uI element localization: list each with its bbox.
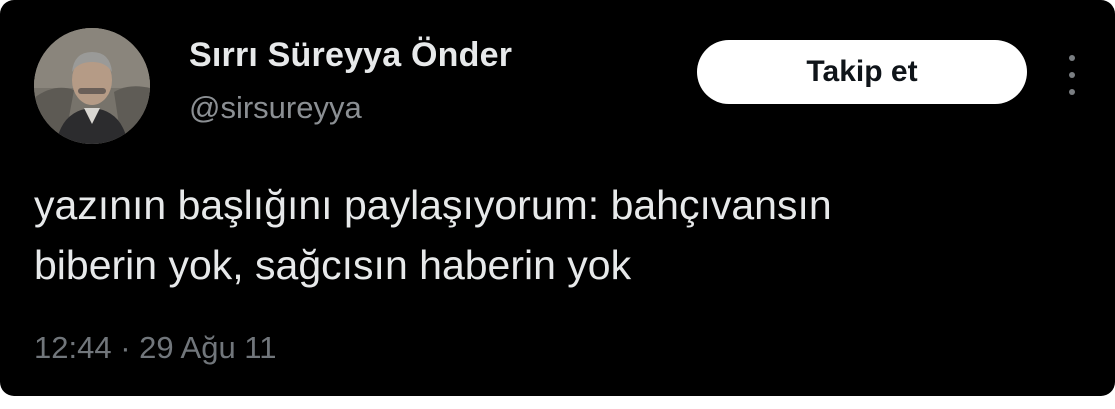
more-dot	[1069, 55, 1075, 61]
more-dot	[1069, 72, 1075, 78]
tweet-timestamp[interactable]: 12:44 · 29 Ağu 11	[34, 330, 277, 366]
author-display-name[interactable]: Sırrı Süreyya Önder	[189, 36, 512, 75]
timestamp-date: 29 Ağu 11	[139, 330, 277, 365]
author-handle[interactable]: @sirsureyya	[189, 90, 362, 126]
timestamp-time: 12:44	[34, 330, 112, 365]
tweet-text: yazının başlığını paylaşıyorum: bahçıvan…	[34, 175, 1094, 295]
more-vertical-icon[interactable]	[1062, 55, 1082, 95]
more-dot	[1069, 89, 1075, 95]
avatar-photo	[34, 28, 150, 144]
tweet-text-line: biberin yok, sağcısın haberin yok	[34, 242, 632, 288]
timestamp-separator: ·	[120, 330, 131, 365]
tweet-text-line: yazının başlığını paylaşıyorum: bahçıvan…	[34, 182, 832, 228]
tweet-card: Sırrı Süreyya Önder @sirsureyya Takip et…	[0, 0, 1115, 396]
avatar[interactable]	[34, 28, 150, 144]
follow-button[interactable]: Takip et	[697, 40, 1027, 104]
